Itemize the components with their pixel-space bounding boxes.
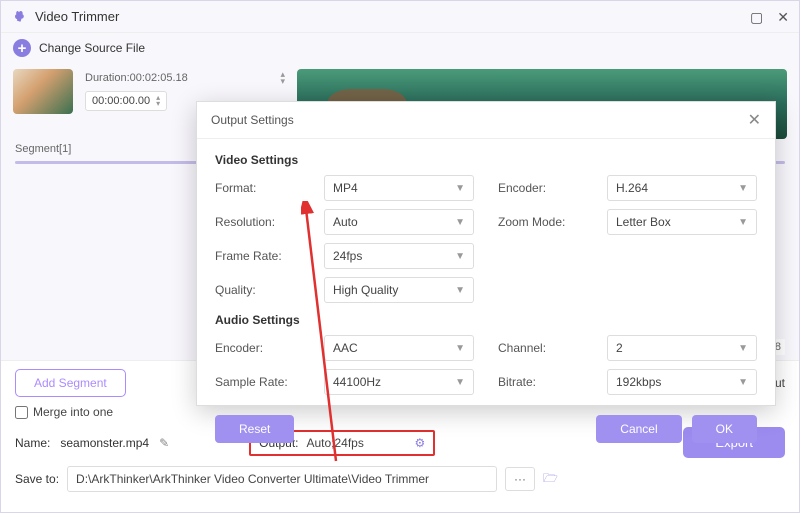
output-settings-dialog: Output Settings ✕ Video Settings Format:… (196, 101, 776, 406)
app-logo-icon (11, 9, 27, 25)
resolution-label: Resolution: (215, 215, 300, 229)
audio-encoder-select[interactable]: AAC▼ (324, 335, 474, 361)
source-thumbnail[interactable] (13, 69, 73, 114)
start-time-input[interactable]: 00:00:00.00 ▴▾ (85, 91, 167, 111)
dialog-close-icon[interactable]: ✕ (748, 110, 761, 130)
channel-select[interactable]: 2▼ (607, 335, 757, 361)
name-value: seamonster.mp4 (60, 436, 149, 450)
sample-label: Sample Rate: (215, 375, 300, 389)
zoom-select[interactable]: Letter Box▼ (607, 209, 757, 235)
add-segment-button[interactable]: Add Segment (15, 369, 126, 397)
minimize-button[interactable]: ▢ (750, 10, 763, 24)
bitrate-label: Bitrate: (498, 375, 583, 389)
app-window: Video Trimmer ▢ ✕ + Change Source File D… (0, 0, 800, 513)
save-to-label: Save to: (15, 472, 59, 486)
toolbar: + Change Source File (1, 33, 799, 63)
quality-label: Quality: (215, 283, 300, 297)
reset-button[interactable]: Reset (215, 415, 294, 443)
resolution-select[interactable]: Auto▼ (324, 209, 474, 235)
format-select[interactable]: MP4▼ (324, 175, 474, 201)
edit-name-icon[interactable]: ✎ (159, 436, 169, 450)
add-source-button[interactable]: + (13, 39, 31, 57)
duration-stepper[interactable]: ▴▾ (280, 71, 285, 85)
close-button[interactable]: ✕ (777, 10, 789, 24)
cancel-button[interactable]: Cancel (596, 415, 681, 443)
change-source-label[interactable]: Change Source File (39, 41, 145, 55)
ok-button[interactable]: OK (692, 415, 757, 443)
framerate-select[interactable]: 24fps▼ (324, 243, 474, 269)
framerate-label: Frame Rate: (215, 249, 300, 263)
video-settings-heading: Video Settings (215, 153, 757, 167)
save-path-input[interactable] (67, 466, 497, 492)
window-title: Video Trimmer (35, 9, 119, 24)
titlebar: Video Trimmer ▢ ✕ (1, 1, 799, 33)
quality-select[interactable]: High Quality▼ (324, 277, 474, 303)
encoder-select[interactable]: H.264▼ (607, 175, 757, 201)
format-label: Format: (215, 181, 300, 195)
audio-settings-heading: Audio Settings (215, 313, 757, 327)
encoder-label: Encoder: (498, 181, 583, 195)
browse-path-button[interactable]: ··· (505, 467, 535, 491)
name-label: Name: (15, 436, 50, 450)
channel-label: Channel: (498, 341, 583, 355)
sample-select[interactable]: 44100Hz▼ (324, 369, 474, 395)
duration-label: Duration: (85, 72, 130, 84)
duration-value: 00:02:05.18 (130, 72, 188, 84)
bitrate-select[interactable]: 192kbps▼ (607, 369, 757, 395)
zoom-label: Zoom Mode: (498, 215, 583, 229)
dialog-title: Output Settings (211, 113, 294, 127)
merge-check[interactable]: Merge into one (15, 405, 113, 419)
open-folder-icon[interactable]: 🗁 (543, 469, 558, 490)
audio-encoder-label: Encoder: (215, 341, 300, 355)
